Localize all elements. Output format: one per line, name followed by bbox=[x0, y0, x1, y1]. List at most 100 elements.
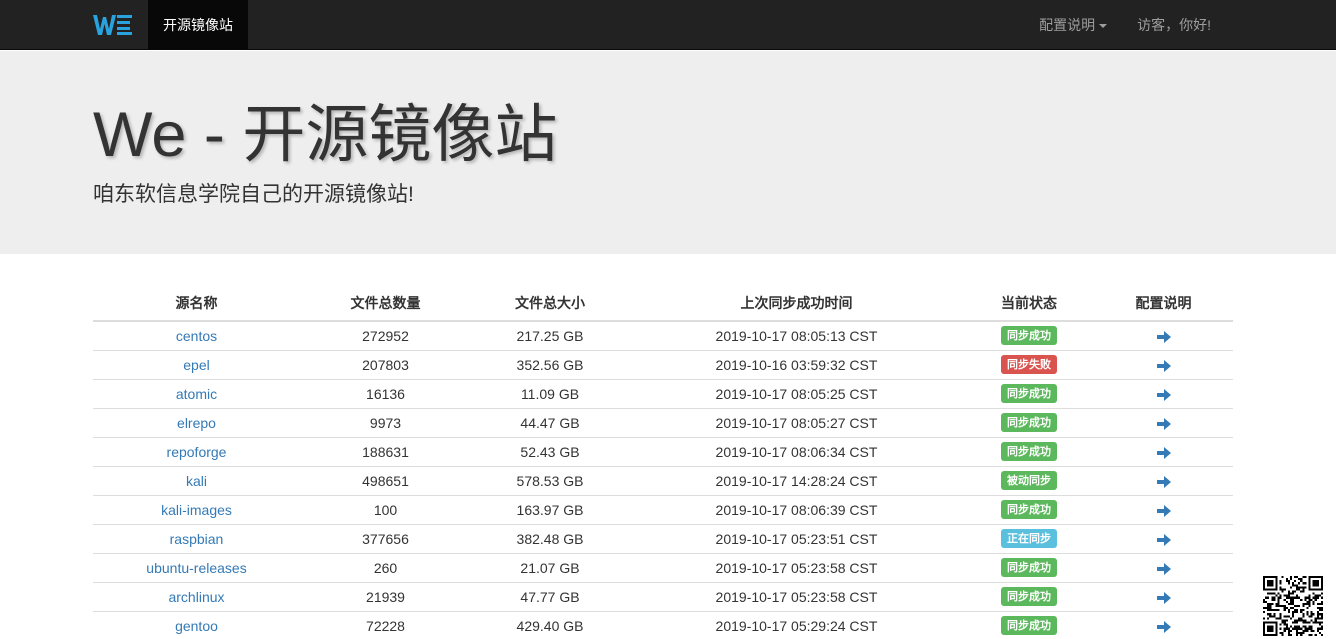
file-size-cell: 52.43 GB bbox=[471, 436, 629, 466]
arrow-right-icon[interactable] bbox=[1156, 591, 1172, 605]
mirror-name-cell: archlinux bbox=[93, 581, 300, 611]
mirror-name-cell: ubuntu-releases bbox=[93, 552, 300, 582]
config-cell bbox=[1094, 610, 1233, 639]
mirror-name-link[interactable]: raspbian bbox=[170, 531, 224, 547]
qr-code-icon bbox=[1263, 576, 1323, 636]
mirror-name-link[interactable]: archlinux bbox=[168, 589, 224, 605]
last-sync-cell: 2019-10-17 05:29:24 CST bbox=[629, 610, 964, 639]
file-size-cell: 217.25 GB bbox=[471, 320, 629, 350]
header-file-count: 文件总数量 bbox=[300, 286, 471, 322]
mirror-name-cell: raspbian bbox=[93, 523, 300, 553]
config-cell bbox=[1094, 320, 1233, 350]
table-row: centos 272952 217.25 GB 2019-10-17 08:05:13… bbox=[93, 320, 1233, 350]
config-cell bbox=[1094, 552, 1233, 582]
last-sync-cell: 2019-10-17 05:23:58 CST bbox=[629, 581, 964, 611]
arrow-right-icon[interactable] bbox=[1156, 475, 1172, 489]
file-size-cell: 44.47 GB bbox=[471, 407, 629, 437]
file-size-cell: 163.97 GB bbox=[471, 494, 629, 524]
arrow-right-icon[interactable] bbox=[1156, 562, 1172, 576]
status-cell: 被动同步 bbox=[964, 465, 1094, 495]
last-sync-cell: 2019-10-16 03:59:32 CST bbox=[629, 349, 964, 379]
mirror-name-cell: kali-images bbox=[93, 494, 300, 524]
mirror-name-link[interactable]: centos bbox=[176, 328, 217, 344]
config-cell bbox=[1094, 465, 1233, 495]
arrow-right-icon[interactable] bbox=[1156, 533, 1172, 547]
header-status: 当前状态 bbox=[964, 286, 1094, 322]
last-sync-cell: 2019-10-17 08:05:25 CST bbox=[629, 378, 964, 408]
status-badge: 同步成功 bbox=[1001, 384, 1057, 403]
mirror-name-cell: kali bbox=[93, 465, 300, 495]
file-size-cell: 382.48 GB bbox=[471, 523, 629, 553]
status-badge: 同步成功 bbox=[1001, 500, 1057, 519]
file-count-cell: 272952 bbox=[300, 320, 471, 350]
file-count-cell: 21939 bbox=[300, 581, 471, 611]
file-size-cell: 11.09 GB bbox=[471, 378, 629, 408]
file-count-cell: 207803 bbox=[300, 349, 471, 379]
table-row: archlinux 21939 47.77 GB 2019-10-17 05:23:5… bbox=[93, 581, 1233, 611]
greeting-text[interactable]: 访客，你好! bbox=[1122, 0, 1226, 50]
mirror-name-link[interactable]: repoforge bbox=[167, 444, 227, 460]
navbar-right-menu: 配置说明 访客，你好! bbox=[1024, 0, 1226, 50]
mirror-name-link[interactable]: kali bbox=[186, 473, 207, 489]
status-cell: 同步成功 bbox=[964, 610, 1094, 639]
arrow-right-icon[interactable] bbox=[1156, 359, 1172, 373]
header-last-sync: 上次同步成功时间 bbox=[629, 286, 964, 322]
header-file-size: 文件总大小 bbox=[471, 286, 629, 322]
mirrors-table: 源名称 文件总数量 文件总大小 上次同步成功时间 当前状态 配置说明 cento… bbox=[93, 286, 1233, 639]
status-cell: 正在同步 bbox=[964, 523, 1094, 553]
last-sync-cell: 2019-10-17 08:05:13 CST bbox=[629, 320, 964, 350]
page-subtitle: 咱东软信息学院自己的开源镜像站! bbox=[93, 183, 414, 206]
arrow-right-icon[interactable] bbox=[1156, 330, 1172, 344]
file-count-cell: 377656 bbox=[300, 523, 471, 553]
config-cell bbox=[1094, 494, 1233, 524]
config-cell bbox=[1094, 349, 1233, 379]
arrow-right-icon[interactable] bbox=[1156, 417, 1172, 431]
table-row: gentoo 72228 429.40 GB 2019-10-17 05:29:24 … bbox=[93, 610, 1233, 639]
last-sync-cell: 2019-10-17 08:06:39 CST bbox=[629, 494, 964, 524]
mirror-name-link[interactable]: kali-images bbox=[161, 502, 232, 518]
arrow-right-icon[interactable] bbox=[1156, 388, 1172, 402]
file-size-cell: 578.53 GB bbox=[471, 465, 629, 495]
table-row: epel 207803 352.56 GB 2019-10-16 03:59:32 C… bbox=[93, 349, 1233, 379]
caret-down-icon bbox=[1099, 24, 1108, 29]
config-dropdown[interactable]: 配置说明 bbox=[1024, 0, 1122, 50]
file-size-cell: 429.40 GB bbox=[471, 610, 629, 639]
arrow-right-icon[interactable] bbox=[1156, 504, 1172, 518]
mirror-name-link[interactable]: ubuntu-releases bbox=[146, 560, 246, 576]
file-size-cell: 47.77 GB bbox=[471, 581, 629, 611]
header-name: 源名称 bbox=[93, 286, 300, 322]
file-count-cell: 16136 bbox=[300, 378, 471, 408]
status-badge: 同步成功 bbox=[1001, 413, 1057, 432]
table-row: repoforge 188631 52.43 GB 2019-10-17 08:06:… bbox=[93, 436, 1233, 466]
we-logo-icon[interactable] bbox=[93, 13, 135, 37]
header-config: 配置说明 bbox=[1094, 286, 1233, 322]
config-cell bbox=[1094, 436, 1233, 466]
last-sync-cell: 2019-10-17 05:23:51 CST bbox=[629, 523, 964, 553]
config-cell bbox=[1094, 407, 1233, 437]
status-badge: 同步成功 bbox=[1001, 326, 1057, 346]
mirror-name-link[interactable]: elrepo bbox=[177, 415, 216, 431]
status-cell: 同步成功 bbox=[964, 407, 1094, 437]
mirror-name-link[interactable]: atomic bbox=[176, 386, 217, 402]
mirror-name-cell: atomic bbox=[93, 378, 300, 408]
arrow-right-icon[interactable] bbox=[1156, 446, 1172, 460]
table-header-row: 源名称 文件总数量 文件总大小 上次同步成功时间 当前状态 配置说明 bbox=[93, 286, 1233, 322]
mirror-name-link[interactable]: epel bbox=[183, 357, 209, 373]
status-cell: 同步成功 bbox=[964, 320, 1094, 350]
table-body: centos 272952 217.25 GB 2019-10-17 08:05:13… bbox=[93, 320, 1233, 639]
file-count-cell: 188631 bbox=[300, 436, 471, 466]
file-size-cell: 352.56 GB bbox=[471, 349, 629, 379]
config-cell bbox=[1094, 523, 1233, 553]
mirror-name-link[interactable]: gentoo bbox=[175, 618, 218, 634]
last-sync-cell: 2019-10-17 08:05:27 CST bbox=[629, 407, 964, 437]
arrow-right-icon[interactable] bbox=[1156, 620, 1172, 634]
mirror-name-cell: repoforge bbox=[93, 436, 300, 466]
table-row: elrepo 9973 44.47 GB 2019-10-17 08:05:27 CS… bbox=[93, 407, 1233, 437]
status-cell: 同步成功 bbox=[964, 436, 1094, 466]
brand-title-link[interactable]: 开源镜像站 bbox=[148, 0, 248, 50]
table-row: ubuntu-releases 260 21.07 GB 2019-10-17 05:… bbox=[93, 552, 1233, 582]
jumbotron: We - 开源镜像站 咱东软信息学院自己的开源镜像站! bbox=[0, 51, 1336, 254]
config-cell bbox=[1094, 378, 1233, 408]
table-row: raspbian 377656 382.48 GB 2019-10-17 05:23:… bbox=[93, 523, 1233, 553]
config-cell bbox=[1094, 581, 1233, 611]
